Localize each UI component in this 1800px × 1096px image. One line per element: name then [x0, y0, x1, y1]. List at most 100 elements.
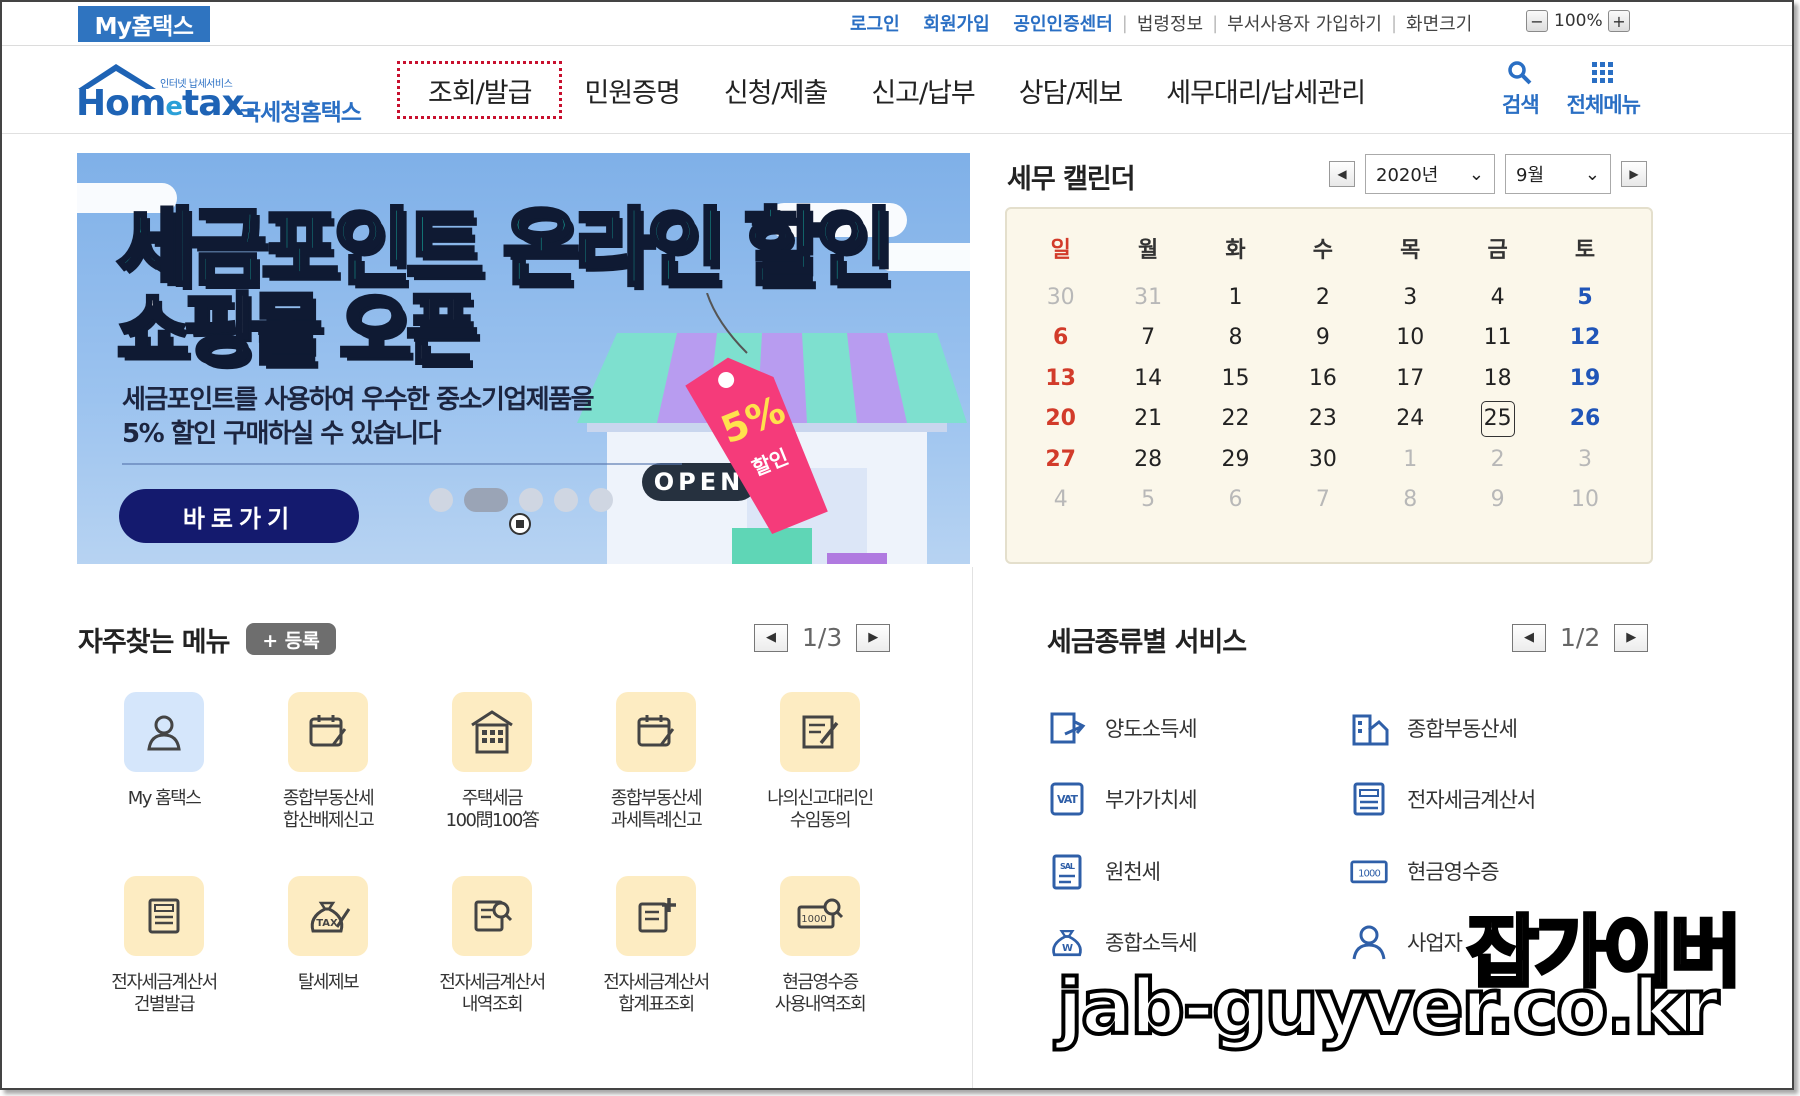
page-indicator: 1/3: [802, 623, 843, 652]
calendar-day[interactable]: 23: [1279, 406, 1366, 431]
frequent-item-einvoice-issue[interactable]: 전자세금계산서 건별발급: [82, 876, 246, 1060]
frequent-item-agent-consent[interactable]: 나의신고대리인 수임동의: [738, 692, 902, 876]
calendar-day[interactable]: 2: [1454, 447, 1541, 472]
frequent-item-einvoice-summary[interactable]: 전자세금계산서 합계표조회: [574, 876, 738, 1060]
calendar-day[interactable]: 11: [1454, 325, 1541, 350]
calendar-day[interactable]: 3: [1541, 447, 1628, 472]
calendar-day[interactable]: 21: [1104, 406, 1191, 431]
calendar-day[interactable]: 2: [1279, 285, 1366, 310]
frequent-item-real-estate-exclusion[interactable]: 종합부동산세 합산배제신고: [246, 692, 410, 876]
calendar-day[interactable]: 9: [1279, 325, 1366, 350]
all-menu-button[interactable]: 전체메뉴: [1567, 57, 1641, 119]
calendar-day[interactable]: 4: [1454, 285, 1541, 310]
frequent-item-tax-evasion-report[interactable]: TAX 탈세제보: [246, 876, 410, 1060]
banner-goto-button[interactable]: 바로가기: [119, 489, 359, 543]
search-button[interactable]: 검색: [1502, 57, 1540, 119]
banner-dot[interactable]: [554, 488, 578, 512]
calendar-day[interactable]: 18: [1454, 366, 1541, 391]
promo-banner[interactable]: OPEN 5% 할인 세금포인트 온라인 할인 쇼핑몰 오픈 세금포인트를 사용…: [77, 153, 970, 564]
my-hometax-button[interactable]: My홈택스: [78, 6, 210, 42]
signup-link[interactable]: 회원가입: [923, 10, 989, 36]
tax-service-comprehensive-real-estate[interactable]: 종합부동산세: [1349, 692, 1649, 764]
calendar-day[interactable]: 31: [1104, 285, 1191, 310]
frequent-item-cash-receipt-history[interactable]: 1000 현금영수증 사용내역조회: [738, 876, 902, 1060]
banner-dot-active[interactable]: [464, 488, 508, 512]
calendar-day[interactable]: 9: [1454, 487, 1541, 512]
calendar-day[interactable]: 28: [1104, 447, 1191, 472]
frequent-menu-grid: My 홈택스 종합부동산세 합산배제신고 주택세금 100問100答 종합부동산…: [82, 692, 902, 1060]
calendar-day[interactable]: 1: [1367, 447, 1454, 472]
banner-dot[interactable]: [589, 488, 613, 512]
dept-user-signup-link[interactable]: 부서사용자 가입하기: [1227, 10, 1382, 36]
calendar-day[interactable]: 29: [1192, 447, 1279, 472]
menu-tax-agent[interactable]: 세무대리/납세관리: [1144, 61, 1387, 119]
document-pen-icon: [780, 692, 860, 772]
calendar-day[interactable]: 30: [1279, 447, 1366, 472]
login-link[interactable]: 로그인: [850, 10, 900, 36]
calendar-day[interactable]: 20: [1017, 406, 1104, 431]
calendar-day[interactable]: 30: [1017, 285, 1104, 310]
calendar-day[interactable]: 12: [1541, 325, 1628, 350]
register-menu-button[interactable]: + 등록: [246, 623, 336, 655]
frequent-item-housing-tax-qa[interactable]: 주택세금 100問100答: [410, 692, 574, 876]
tax-service-withholding[interactable]: SAL 원천세: [1047, 835, 1349, 907]
calendar-day[interactable]: 1: [1192, 285, 1279, 310]
frequent-item-label: 탈세제보: [297, 972, 360, 993]
next-month-button[interactable]: ▶: [1621, 161, 1647, 187]
cert-center-link[interactable]: 공인인증센터: [1013, 10, 1112, 36]
prev-month-button[interactable]: ◀: [1329, 161, 1355, 187]
frequent-item-my-hometax[interactable]: My 홈택스: [82, 692, 246, 876]
menu-apply-submit[interactable]: 신청/제출: [702, 61, 849, 119]
calendar-day[interactable]: 19: [1541, 366, 1628, 391]
zoom-out-button[interactable]: −: [1526, 10, 1548, 32]
prev-page-button[interactable]: ◀: [1512, 623, 1546, 652]
calendar-day[interactable]: 13: [1017, 366, 1104, 391]
calendar-day[interactable]: 6: [1192, 487, 1279, 512]
calendar-day[interactable]: 24: [1367, 406, 1454, 431]
menu-inquiry-issue[interactable]: 조회/발급: [397, 61, 563, 119]
banner-dot[interactable]: [429, 488, 453, 512]
calendar-day[interactable]: 14: [1104, 366, 1191, 391]
zoom-in-button[interactable]: +: [1608, 10, 1630, 32]
calendar-day[interactable]: 25: [1454, 400, 1541, 437]
calendar-day[interactable]: 10: [1367, 325, 1454, 350]
calendar-day[interactable]: 8: [1192, 325, 1279, 350]
menu-civil-certificate[interactable]: 민원증명: [562, 61, 701, 119]
calendar-day[interactable]: 5: [1541, 285, 1628, 310]
next-page-button[interactable]: ▶: [856, 623, 891, 652]
tax-service-einvoice[interactable]: 전자세금계산서: [1349, 764, 1649, 836]
next-page-button[interactable]: ▶: [1614, 623, 1649, 652]
hometax-logo[interactable]: 인터넷 납세서비스 Hometax. 국세청홈택스: [76, 55, 376, 126]
zoom-level: 100%: [1554, 11, 1603, 31]
law-info-link[interactable]: 법령정보: [1137, 10, 1203, 36]
calendar-day[interactable]: 7: [1279, 487, 1366, 512]
calendar-day[interactable]: 17: [1367, 366, 1454, 391]
svg-text:VAT: VAT: [1057, 793, 1078, 806]
calendar-day[interactable]: 10: [1541, 487, 1628, 512]
frequent-item-label: 전자세금계산서 합계표조회: [603, 972, 710, 1015]
menu-report-pay[interactable]: 신고/납부: [849, 61, 996, 119]
calendar-day[interactable]: 5: [1104, 487, 1191, 512]
calendar-week: 27 28 29 30 1 2 3: [1017, 439, 1645, 480]
calendar-day[interactable]: 7: [1104, 325, 1191, 350]
calendar-day[interactable]: 3: [1367, 285, 1454, 310]
calendar-day[interactable]: 4: [1017, 487, 1104, 512]
calendar-day[interactable]: 6: [1017, 325, 1104, 350]
tax-service-transfer-income[interactable]: 양도소득세: [1047, 692, 1349, 764]
banner-dot[interactable]: [519, 488, 543, 512]
month-select[interactable]: 9월 ⌄: [1505, 154, 1611, 194]
frequent-item-einvoice-history[interactable]: 전자세금계산서 내역조회: [410, 876, 574, 1060]
menu-consult-report[interactable]: 상담/제보: [997, 61, 1144, 119]
calendar-day[interactable]: 26: [1541, 406, 1628, 431]
calendar-day[interactable]: 16: [1279, 366, 1366, 391]
frequent-item-real-estate-special[interactable]: 종합부동산세 과세특례신고: [574, 692, 738, 876]
year-select[interactable]: 2020년 ⌄: [1365, 154, 1495, 194]
tax-service-vat[interactable]: VAT 부가가치세: [1047, 764, 1349, 836]
calendar-day[interactable]: 27: [1017, 447, 1104, 472]
calendar-day[interactable]: 22: [1192, 406, 1279, 431]
calendar-day[interactable]: 8: [1367, 487, 1454, 512]
banner-pause-button[interactable]: [509, 513, 531, 535]
prev-page-button[interactable]: ◀: [754, 623, 788, 652]
grid-icon: [1592, 62, 1614, 83]
calendar-day[interactable]: 15: [1192, 366, 1279, 391]
